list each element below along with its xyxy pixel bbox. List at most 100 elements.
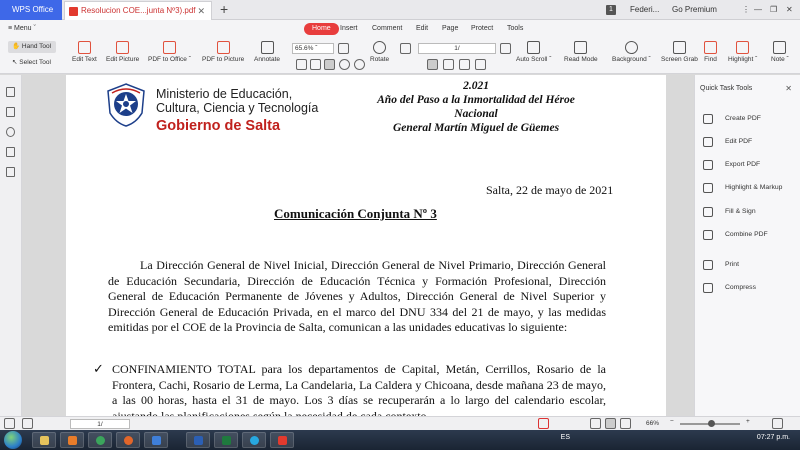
page-number-input[interactable]: 1/: [418, 43, 496, 54]
rotate-icon: [373, 41, 387, 54]
comments-icon[interactable]: [6, 167, 15, 177]
close-tab-icon[interactable]: ✕: [197, 2, 205, 20]
maximize-icon[interactable]: ❐: [770, 0, 777, 20]
pdf-page: Ministerio de Educación, Cultura, Cienci…: [66, 75, 666, 416]
annotate-button[interactable]: Annotate: [254, 41, 280, 63]
view-single-icon[interactable]: [590, 418, 601, 429]
pdf-to-picture-button[interactable]: PDF to Picture: [202, 41, 244, 63]
task-combine-pdf[interactable]: Combine PDF: [703, 229, 768, 241]
screen-grab-button[interactable]: Screen Grab: [661, 41, 698, 63]
find-button[interactable]: Find: [704, 41, 717, 63]
taskbar-media[interactable]: [60, 432, 84, 448]
task-export-pdf[interactable]: Export PDF: [703, 159, 760, 171]
menu-button[interactable]: ≡ Menu ˇ: [8, 23, 36, 35]
view-double-icon[interactable]: [620, 418, 631, 429]
wps-office-tab[interactable]: WPS Office: [0, 0, 62, 20]
read-mode-button[interactable]: Read Mode: [564, 41, 598, 63]
first-page-icon[interactable]: [400, 43, 411, 54]
task-print[interactable]: Print: [703, 259, 739, 271]
panel-close-icon[interactable]: ✕: [785, 84, 792, 93]
year-line-2: Año del Paso a la Inmortalidad del Héroe: [377, 94, 575, 106]
document-viewport[interactable]: Ministerio de Educación, Cultura, Cienci…: [22, 75, 694, 416]
attachment-icon[interactable]: [6, 127, 15, 137]
page-count-badge: 1: [606, 5, 616, 15]
clock[interactable]: 07:27 p.m.: [757, 434, 790, 441]
warning-icon[interactable]: [6, 147, 15, 157]
document-title: Comunicación Conjunta Nº 3: [274, 206, 437, 221]
tab-comment[interactable]: Comment: [372, 23, 402, 35]
next-page-icon[interactable]: [500, 43, 511, 54]
status-page-input[interactable]: 1/: [70, 419, 130, 429]
single-page-icon[interactable]: [324, 59, 335, 70]
bookmark-icon[interactable]: [6, 87, 15, 97]
close-window-icon[interactable]: ✕: [786, 0, 793, 20]
taskbar-explorer[interactable]: [32, 432, 56, 448]
taskbar-word[interactable]: [186, 432, 210, 448]
zoom-in-icon[interactable]: [338, 43, 349, 54]
fit-page-icon[interactable]: [310, 59, 321, 70]
go-premium-link[interactable]: Go Premium: [672, 0, 717, 20]
taskbar-skype[interactable]: [242, 432, 266, 448]
tab-home[interactable]: Home: [304, 23, 339, 35]
taskbar-wps[interactable]: [270, 432, 294, 448]
zoom-slider-handle[interactable]: [708, 420, 715, 427]
pdf-to-office-icon: [162, 41, 176, 54]
minimize-icon[interactable]: —: [754, 0, 762, 20]
tab-edit[interactable]: Edit: [416, 23, 428, 35]
language-indicator[interactable]: ES: [561, 434, 570, 441]
select-tool-button[interactable]: ↖ Select Tool: [8, 58, 51, 66]
task-edit-pdf[interactable]: Edit PDF: [703, 136, 752, 148]
task-compress[interactable]: Compress: [703, 282, 756, 294]
more-icon[interactable]: ⋮: [742, 0, 750, 20]
book-view-icon[interactable]: [475, 59, 486, 70]
task-highlight-markup[interactable]: Highlight & Markup: [703, 182, 782, 194]
task-create-pdf-label: Create PDF: [725, 115, 761, 122]
zoom-value: 65.6%: [295, 45, 314, 52]
annotate-icon: [260, 41, 274, 54]
rotate-button[interactable]: Rotate: [370, 41, 389, 63]
highlight-label: Highlight ˇ: [728, 56, 758, 63]
taskbar-app-blue[interactable]: [144, 432, 168, 448]
status-zoom-value[interactable]: 66%: [646, 419, 659, 429]
page-number-value: 1/: [454, 45, 460, 52]
start-button[interactable]: [4, 431, 22, 449]
zoom-out-icon[interactable]: −: [670, 417, 674, 427]
task-fill-sign[interactable]: Fill & Sign: [703, 206, 756, 218]
taskbar-excel[interactable]: [214, 432, 238, 448]
zoom-in-status-icon[interactable]: +: [746, 417, 750, 427]
fit-width-icon[interactable]: [296, 59, 307, 70]
sidebar-toggle-icon[interactable]: [4, 418, 15, 429]
fit-icon[interactable]: [22, 418, 33, 429]
zoom-select[interactable]: 65.6% ˇ: [292, 43, 334, 54]
year-motto: 2.021 Año del Paso a la Inmortalidad del…: [356, 79, 596, 135]
tab-tools[interactable]: Tools: [507, 23, 523, 35]
new-tab-button[interactable]: +: [220, 0, 228, 18]
auto-scroll-button[interactable]: Auto Scroll ˇ: [516, 41, 551, 63]
thumbnails-icon[interactable]: [6, 107, 15, 117]
tab-protect[interactable]: Protect: [471, 23, 493, 35]
read-aloud-icon[interactable]: [538, 418, 549, 429]
view-continuous-icon[interactable]: [605, 418, 616, 429]
pdf-to-office-button[interactable]: PDF to Office ˇ: [148, 41, 191, 63]
taskbar-chrome[interactable]: [88, 432, 112, 448]
tab-page[interactable]: Page: [442, 23, 458, 35]
continuous-view-icon[interactable]: [459, 59, 470, 70]
single-view-icon[interactable]: [427, 59, 438, 70]
background-label: Background ˇ: [612, 56, 651, 63]
user-name[interactable]: Federi...: [630, 0, 659, 20]
edit-text-label: Edit Text: [72, 56, 97, 63]
tab-insert[interactable]: Insert: [340, 23, 358, 35]
task-create-pdf[interactable]: Create PDF: [703, 113, 761, 125]
highlight-button[interactable]: Highlight ˇ: [728, 41, 757, 63]
rotate-right-icon[interactable]: [354, 59, 365, 70]
hand-tool-button[interactable]: ✋ Hand Tool: [8, 41, 56, 53]
background-button[interactable]: Background ˇ: [612, 41, 651, 63]
rotate-left-icon[interactable]: [339, 59, 350, 70]
edit-text-button[interactable]: Edit Text: [72, 41, 97, 63]
note-button[interactable]: Note ˇ: [771, 41, 789, 63]
fullscreen-icon[interactable]: [772, 418, 783, 429]
document-tab[interactable]: Resolucion COE...junta Nº3).pdf ✕: [64, 1, 212, 20]
taskbar-firefox[interactable]: [116, 432, 140, 448]
edit-picture-button[interactable]: Edit Picture: [106, 41, 139, 63]
double-view-icon[interactable]: [443, 59, 454, 70]
